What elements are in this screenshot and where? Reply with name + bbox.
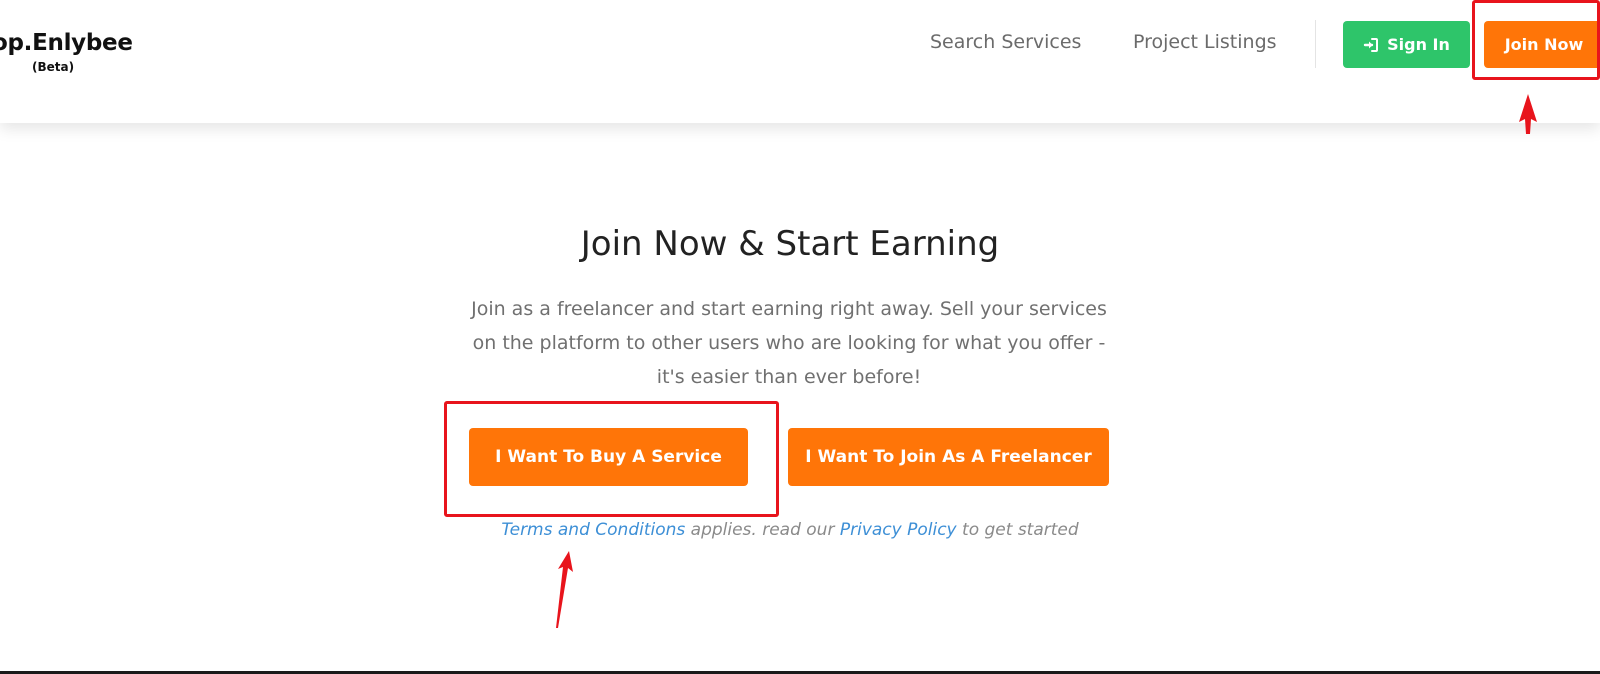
privacy-policy-link[interactable]: Privacy Policy bbox=[840, 520, 957, 540]
terms-link[interactable]: Terms and Conditions bbox=[501, 520, 685, 540]
nav-divider bbox=[1315, 20, 1316, 68]
join-freelancer-button[interactable]: I Want To Join As A Freelancer bbox=[788, 428, 1109, 486]
brand-name: op.Enlybee bbox=[0, 30, 133, 56]
join-now-label: Join Now bbox=[1504, 35, 1584, 54]
buy-service-label: I Want To Buy A Service bbox=[495, 447, 722, 467]
top-navbar: op.Enlybee (Beta) Search Services Projec… bbox=[0, 0, 1600, 123]
join-freelancer-label: I Want To Join As A Freelancer bbox=[805, 447, 1092, 467]
nav-link-search-services[interactable]: Search Services bbox=[930, 31, 1081, 53]
page: op.Enlybee (Beta) Search Services Projec… bbox=[0, 0, 1600, 674]
sign-in-button[interactable]: Sign In bbox=[1343, 21, 1470, 68]
terms-middle-text: applies. read our bbox=[685, 520, 840, 540]
terms-end-text: to get started bbox=[956, 520, 1079, 540]
brand-beta-badge: (Beta) bbox=[32, 60, 75, 74]
sign-in-label: Sign In bbox=[1387, 35, 1450, 54]
hero-description: Join as a freelancer and start earning r… bbox=[471, 298, 1107, 388]
buy-service-button[interactable]: I Want To Buy A Service bbox=[469, 428, 748, 486]
nav-link-project-listings[interactable]: Project Listings bbox=[1133, 31, 1277, 53]
join-now-button[interactable]: Join Now bbox=[1484, 21, 1600, 68]
brand-logo[interactable]: op.Enlybee (Beta) bbox=[0, 30, 152, 74]
hero-title: Join Now & Start Earning bbox=[580, 224, 1000, 264]
arrow-up-icon bbox=[556, 551, 573, 628]
sign-in-icon bbox=[1363, 37, 1379, 53]
terms-notice: Terms and Conditions applies. read our P… bbox=[0, 520, 1580, 540]
